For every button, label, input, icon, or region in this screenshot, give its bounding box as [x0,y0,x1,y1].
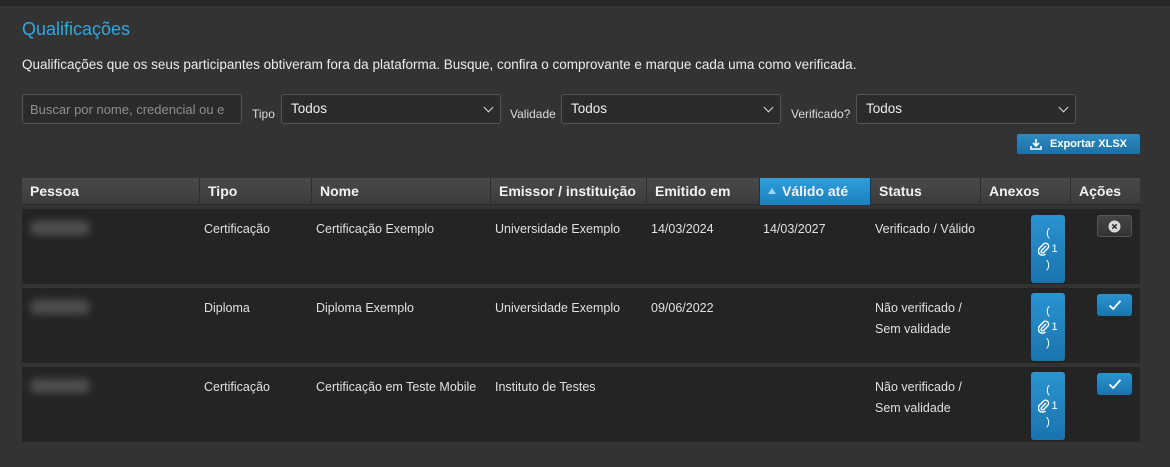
cell-emissor: Instituto de Testes [495,380,596,394]
chevron-down-icon [763,102,774,113]
sort-ascending-icon [768,188,776,194]
close-circle-icon [1108,220,1121,232]
verificado-filter-select[interactable]: Todos [856,94,1076,124]
verify-button[interactable] [1097,294,1132,316]
attachments-button[interactable]: ( 1 ) [1031,215,1065,283]
attachments-button[interactable]: ( 1 ) [1031,293,1065,361]
table-row: Certificação Certificação Exemplo Univer… [22,209,1140,284]
checkmark-icon [1108,379,1121,390]
cell-status: Não verificado / Sem validade [875,380,962,415]
person-name-redacted [30,221,90,235]
chevron-down-icon [1058,102,1069,113]
tipo-filter-value: Todos [291,101,328,116]
search-input[interactable] [22,94,242,124]
column-header-nome[interactable]: Nome [312,178,491,205]
attachments-count: 1 [1051,400,1058,412]
attachments-count: 1 [1051,321,1058,333]
remove-verification-button[interactable] [1097,215,1132,237]
verify-button[interactable] [1097,373,1132,395]
cell-tipo: Certificação [204,380,270,394]
cell-tipo: Certificação [204,222,270,236]
person-name-redacted [30,379,90,393]
verificado-filter-label: Verificado? [791,107,851,121]
export-xlsx-label: Exportar XLSX [1049,138,1128,150]
paperclip-icon [1038,399,1050,413]
cell-status: Verificado / Válido [875,222,976,236]
column-header-anexos: Anexos [981,178,1071,205]
column-header-acoes: Ações [1079,183,1122,199]
column-header-valido[interactable]: Válido até [760,178,871,205]
verificado-filter-value: Todos [866,101,903,116]
attachments-button[interactable]: ( 1 ) [1031,372,1065,440]
column-header-tipo[interactable]: Tipo [200,178,312,205]
download-icon [1030,139,1042,150]
cell-valido: 14/03/2027 [763,222,826,236]
chevron-down-icon [483,102,494,113]
validade-filter-select[interactable]: Todos [561,94,781,124]
attachments-count: 1 [1051,243,1058,255]
cell-emissor: Universidade Exemplo [495,301,621,315]
table-row: Certificação Certificação em Teste Mobil… [22,367,1140,442]
cell-emitido: 09/06/2022 [651,301,714,315]
table-header: Pessoa Tipo Nome Emissor / instituição E… [22,178,1140,205]
cell-nome: Certificação Exemplo [316,222,435,236]
paperclip-icon [1038,320,1050,334]
validade-filter-label: Validade [510,107,556,121]
top-bar [0,0,1170,6]
column-header-pessoa[interactable]: Pessoa [22,178,200,205]
cell-nome: Diploma Exemplo [316,301,414,315]
cell-status: Não verificado / Sem validade [875,301,962,336]
tipo-filter-label: Tipo [252,107,275,121]
column-header-status[interactable]: Status [871,178,981,205]
export-xlsx-button[interactable]: Exportar XLSX [1017,134,1140,154]
column-header-emissor[interactable]: Emissor / instituição [491,178,647,205]
person-name-redacted [30,300,90,314]
checkmark-icon [1108,300,1121,311]
cell-nome: Certificação em Teste Mobile [316,380,477,394]
tipo-filter-select[interactable]: Todos [281,94,501,124]
validade-filter-value: Todos [571,101,608,116]
paperclip-icon [1038,242,1050,256]
column-header-emitido[interactable]: Emitido em [647,178,760,205]
cell-tipo: Diploma [204,301,250,315]
table-row: Diploma Diploma Exemplo Universidade Exe… [22,288,1140,363]
cell-emissor: Universidade Exemplo [495,222,621,236]
page-title: Qualificações [22,19,131,39]
qualifications-table: Pessoa Tipo Nome Emissor / instituição E… [22,178,1140,442]
page-description: Qualificações que os seus participantes … [22,57,857,72]
cell-emitido: 14/03/2024 [651,222,714,236]
